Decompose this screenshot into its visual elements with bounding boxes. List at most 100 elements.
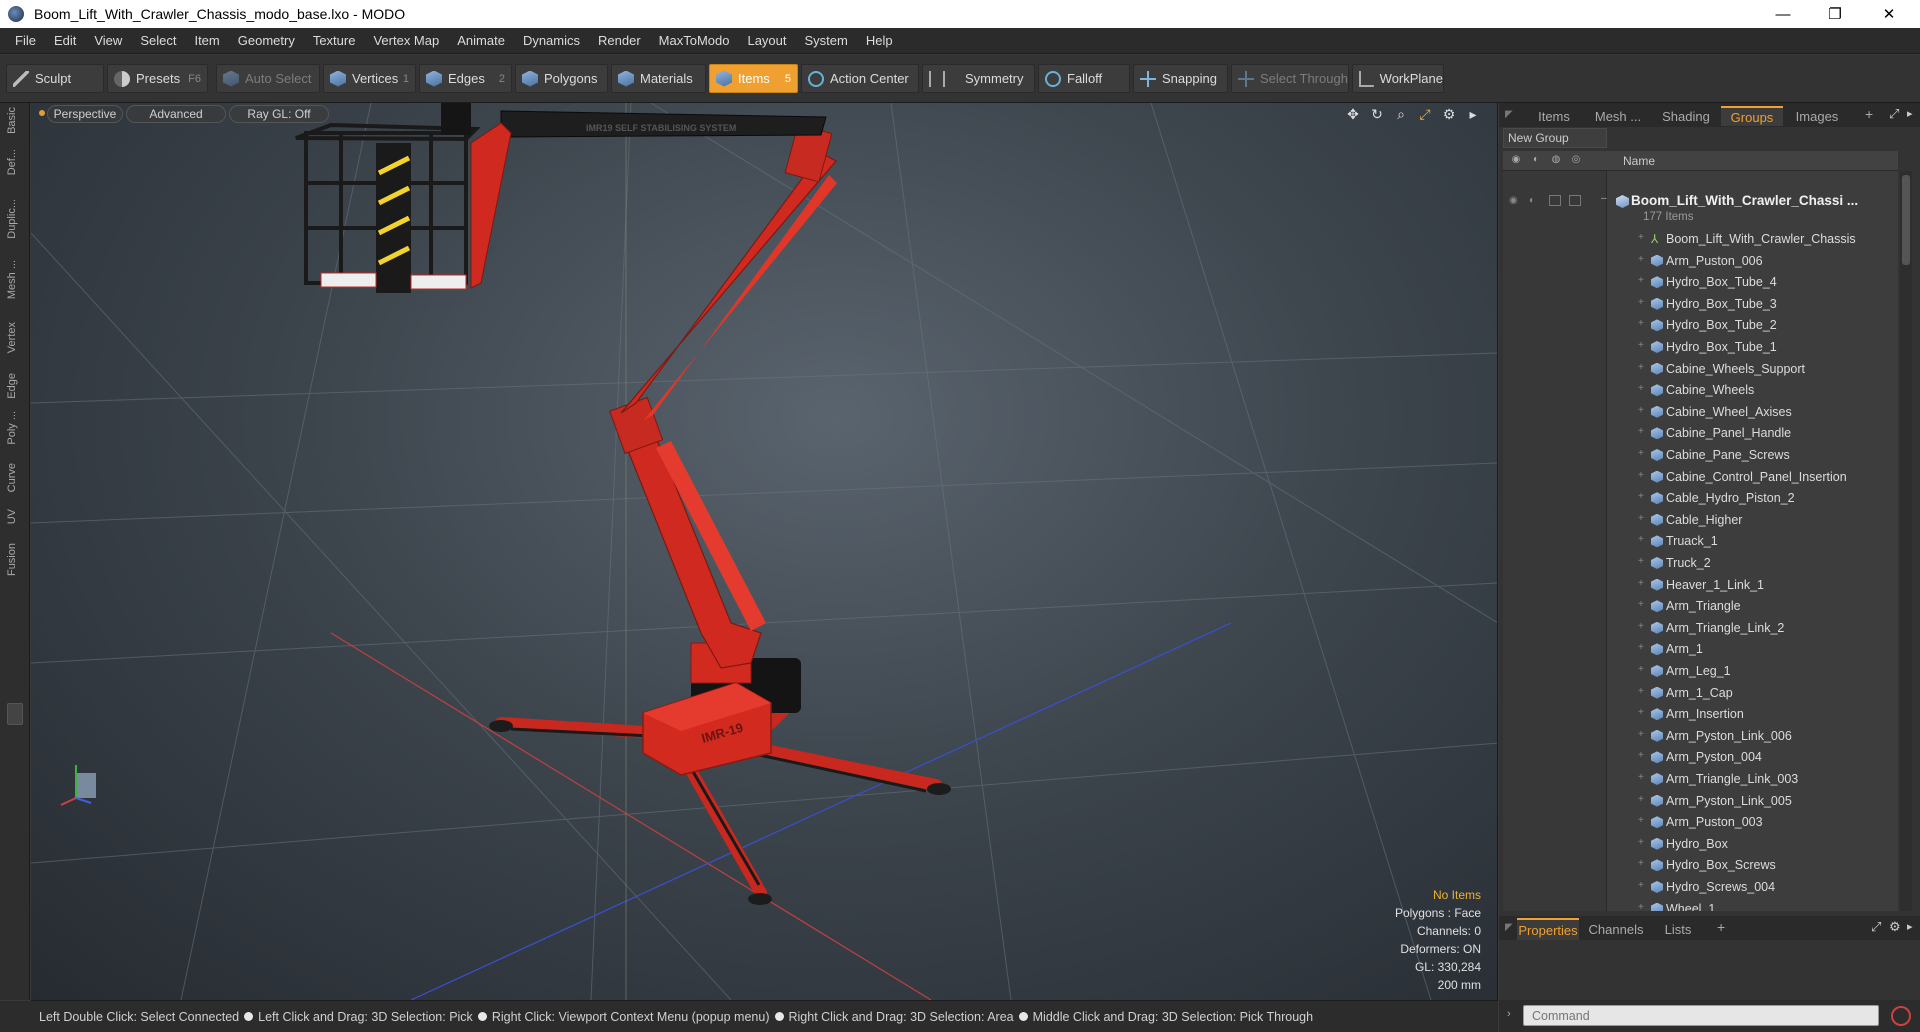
minimize-button[interactable]: — [1760, 0, 1806, 28]
tree-row-item[interactable]: + Cabine_Control_Panel_Insertion [1503, 467, 1898, 489]
sculpt-button[interactable]: Sculpt [6, 64, 104, 93]
expand-icon[interactable]: + [1638, 534, 1644, 545]
expand-icon[interactable]: + [1638, 599, 1644, 610]
3d-viewport[interactable]: IMR-19 IMR19 SELF STABILISING SYSTEM Per… [31, 103, 1498, 1000]
tab-duplicate[interactable]: Duplic... [6, 199, 22, 239]
tree-row-item[interactable]: + Arm_Pyston_Link_005 [1503, 791, 1898, 813]
tree-row-item[interactable]: + Cabine_Wheels_Support [1503, 359, 1898, 381]
menu-file[interactable]: File [6, 28, 45, 54]
expand-icon[interactable]: + [1638, 275, 1644, 286]
tab-fusion[interactable]: Fusion [6, 543, 22, 576]
select-toggle[interactable] [1569, 195, 1581, 206]
menu-item[interactable]: Item [185, 28, 228, 54]
command-stop-icon[interactable] [1891, 1006, 1911, 1026]
render-column-icon[interactable]: ◐ [1529, 154, 1543, 168]
expand-icon[interactable]: + [1638, 858, 1644, 869]
render-toggle-icon[interactable]: ◐ [1529, 195, 1543, 207]
panel-expand-icon[interactable]: ⤢ [1889, 106, 1899, 122]
tab-mesh[interactable]: Mesh ... [1585, 106, 1651, 126]
name-column-header[interactable]: Name [1623, 154, 1655, 168]
expand-icon[interactable]: + [1638, 794, 1644, 805]
tree-row-item[interactable]: + Arm_Puston_006 [1503, 251, 1898, 273]
add-props-tab-icon[interactable]: + [1717, 919, 1725, 935]
rotate-icon[interactable]: ↻ [1368, 105, 1386, 123]
auto-select-button[interactable]: Auto Select [216, 64, 320, 93]
menu-layout[interactable]: Layout [738, 28, 795, 54]
tree-row-item[interactable]: + Cabine_Wheel_Axises [1503, 402, 1898, 424]
pan-icon[interactable]: ✥ [1344, 105, 1362, 123]
expand-icon[interactable]: + [1638, 750, 1644, 761]
tree-row-item[interactable]: + Cabine_Panel_Handle [1503, 423, 1898, 445]
expand-icon[interactable]: + [1638, 405, 1644, 416]
tab-deform[interactable]: Def... [6, 149, 22, 175]
tree-row-item[interactable]: + Hydro_Box_Tube_2 [1503, 315, 1898, 337]
expand-icon[interactable]: + [1638, 362, 1644, 373]
menu-animate[interactable]: Animate [448, 28, 514, 54]
tab-mesh[interactable]: Mesh ... [6, 260, 22, 299]
select-through-button[interactable]: Select Through [1231, 64, 1349, 93]
expand-icon[interactable]: + [1638, 254, 1644, 265]
tab-vertex[interactable]: Vertex [6, 322, 22, 353]
tab-shading[interactable]: Shading [1653, 106, 1719, 126]
fit-icon[interactable]: ⤢ [1416, 105, 1434, 123]
expand-icon[interactable]: + [1638, 815, 1644, 826]
tree-row-item[interactable]: + Arm_Leg_1 [1503, 661, 1898, 683]
expand-icon[interactable]: + [1638, 772, 1644, 783]
tree-row-item[interactable]: + Hydro_Box_Screws [1503, 855, 1898, 877]
viewport-menu-dot[interactable] [39, 110, 45, 116]
expand-icon[interactable]: + [1638, 902, 1644, 911]
add-tab-icon[interactable]: + [1865, 106, 1873, 122]
lock-toggle[interactable] [1549, 195, 1561, 206]
tree-row-item[interactable]: + Arm_Puston_003 [1503, 812, 1898, 834]
menu-help[interactable]: Help [857, 28, 902, 54]
menu-system[interactable]: System [796, 28, 857, 54]
viewport-expand-icon[interactable]: ▸ [1464, 105, 1482, 123]
expand-icon[interactable]: + [1638, 686, 1644, 697]
tab-basic[interactable]: Basic [6, 107, 22, 134]
lock-column-icon[interactable]: ◍ [1549, 154, 1563, 168]
tree-row-item[interactable]: + Truack_1 [1503, 531, 1898, 553]
menu-geometry[interactable]: Geometry [229, 28, 304, 54]
expand-icon[interactable]: + [1638, 383, 1644, 394]
maximize-button[interactable]: ❐ [1812, 0, 1858, 28]
expand-icon[interactable]: + [1638, 621, 1644, 632]
menu-vertex-map[interactable]: Vertex Map [364, 28, 448, 54]
menu-maxtomodo[interactable]: MaxToModo [650, 28, 739, 54]
command-input[interactable] [1523, 1005, 1879, 1026]
edges-button[interactable]: Edges 2 [419, 64, 512, 93]
scrollbar-thumb[interactable] [1902, 175, 1910, 265]
expand-icon[interactable]: + [1638, 297, 1644, 308]
groups-scrollbar[interactable] [1900, 171, 1912, 911]
tab-lists[interactable]: Lists [1653, 918, 1703, 940]
tab-items[interactable]: Items [1525, 106, 1583, 126]
visibility-column-icon[interactable]: ◉ [1509, 154, 1523, 168]
presets-button[interactable]: Presets F6 [107, 64, 208, 93]
expand-icon[interactable]: + [1638, 664, 1644, 675]
workplane-button[interactable]: WorkPlane [1352, 64, 1444, 93]
advanced-shading-button[interactable]: Advanced [126, 105, 226, 123]
panel-menu-icon[interactable]: ◤ [1505, 109, 1513, 120]
visibility-eye-icon[interactable]: ◉ [1509, 195, 1523, 207]
menu-texture[interactable]: Texture [304, 28, 365, 54]
tree-row-item[interactable]: + Arm_Insertion [1503, 704, 1898, 726]
menu-select[interactable]: Select [131, 28, 185, 54]
expand-icon[interactable]: + [1638, 491, 1644, 502]
tree-row-item[interactable]: + Arm_Pyston_Link_006 [1503, 726, 1898, 748]
symmetry-button[interactable]: Symmetry [922, 64, 1035, 93]
tree-row-item[interactable]: + Hydro_Screws_004 [1503, 877, 1898, 899]
tree-row-item[interactable]: + Truck_2 [1503, 553, 1898, 575]
expand-icon[interactable]: + [1638, 729, 1644, 740]
tree-row-item[interactable]: + Hydro_Box_Tube_3 [1503, 294, 1898, 316]
zoom-icon[interactable]: ⌕ [1392, 105, 1410, 123]
materials-button[interactable]: Materials [611, 64, 706, 93]
expand-icon[interactable]: + [1638, 340, 1644, 351]
props-menu-icon[interactable]: ◤ [1505, 922, 1513, 933]
expand-icon[interactable]: + [1638, 578, 1644, 589]
props-more-icon[interactable]: ▸ [1907, 920, 1913, 933]
panel-more-icon[interactable]: ▸ [1907, 107, 1913, 120]
expand-icon[interactable]: + [1638, 232, 1644, 243]
tree-row-item[interactable]: + Arm_Triangle [1503, 596, 1898, 618]
polygons-button[interactable]: Polygons [515, 64, 608, 93]
expand-icon[interactable]: + [1638, 880, 1644, 891]
tree-row-item[interactable]: + Cable_Higher [1503, 510, 1898, 532]
